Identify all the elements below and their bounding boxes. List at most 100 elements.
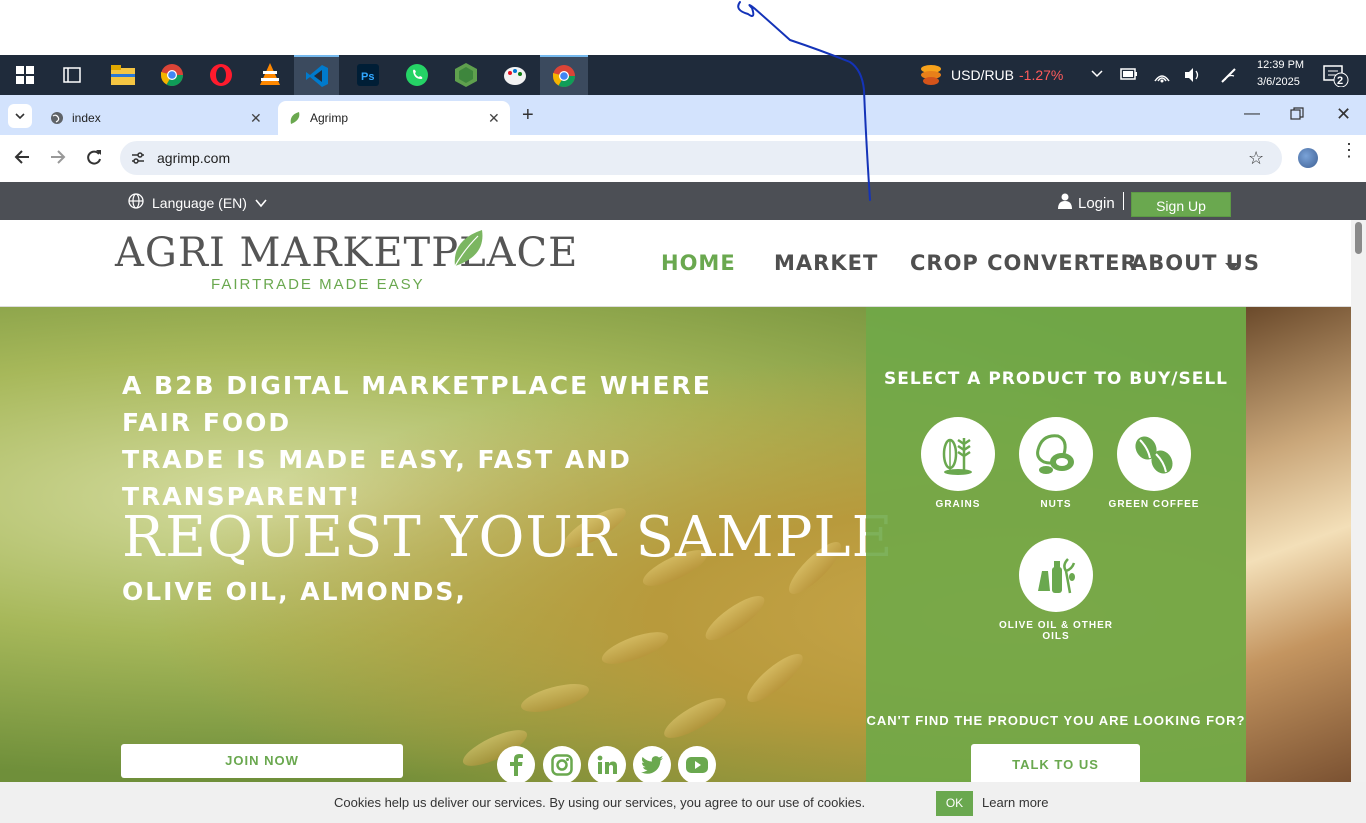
tab-agrimp[interactable]: Agrimp ✕: [278, 101, 510, 135]
windows-start-icon[interactable]: [0, 55, 49, 95]
hero-headline: A B2B DIGITAL MARKETPLACE WHERE FAIR FOO…: [122, 367, 782, 515]
cookie-ok-button[interactable]: OK: [936, 791, 973, 816]
logo-leaf-icon: [452, 228, 484, 273]
product-label: GREEN COFFEE: [1108, 499, 1200, 510]
pen-icon[interactable]: [1220, 66, 1238, 89]
opera-icon[interactable]: [196, 55, 245, 95]
vscode-icon[interactable]: [294, 55, 339, 95]
clock-time[interactable]: 12:39 PM: [1257, 59, 1304, 71]
avatar[interactable]: [1298, 148, 1318, 168]
windows-taskbar: Ps USD/RUB -1.27% 12:39 PM 3/6/2025 2: [0, 55, 1366, 95]
forward-icon[interactable]: [49, 148, 67, 171]
notification-count: 2: [1337, 75, 1344, 87]
globe-icon: [128, 193, 144, 212]
page-scrollbar[interactable]: [1351, 220, 1366, 782]
address-bar[interactable]: agrimp.com ☆: [120, 141, 1282, 175]
close-icon[interactable]: ✕: [250, 110, 262, 127]
browser-toolbar: agrimp.com ☆ ⋮: [0, 135, 1366, 182]
browser-tab-strip: index ✕ Agrimp ✕ + — ✕: [0, 95, 1366, 135]
close-icon[interactable]: ✕: [488, 110, 500, 127]
login-label: Login: [1078, 194, 1115, 212]
nav-market[interactable]: MARKET: [774, 251, 878, 275]
join-now-button[interactable]: JOIN NOW: [121, 744, 403, 778]
signup-button[interactable]: Sign Up: [1131, 192, 1231, 217]
whatsapp-icon[interactable]: [392, 55, 441, 95]
chrome-icon[interactable]: [147, 55, 196, 95]
user-icon: [1058, 193, 1072, 213]
logo-title[interactable]: AGRI MARKETPLACE: [115, 230, 578, 276]
minimize-icon[interactable]: —: [1244, 105, 1260, 123]
grains-icon[interactable]: [921, 417, 995, 491]
site-topbar: Language (EN) Login Sign Up: [0, 182, 1366, 220]
product-select-panel: SELECT A PRODUCT TO BUY/SELL GRAINS NUTS…: [866, 307, 1246, 782]
site-info-icon[interactable]: [130, 150, 146, 171]
divider: [1123, 192, 1124, 210]
leaf-favicon-icon: [289, 111, 301, 128]
url-text[interactable]: agrimp.com: [157, 150, 230, 166]
chrome-active-icon[interactable]: [540, 55, 588, 95]
ticker-coins-icon[interactable]: [918, 63, 944, 92]
twitter-icon[interactable]: [633, 746, 671, 782]
youtube-icon[interactable]: [678, 746, 716, 782]
volume-icon[interactable]: [1184, 67, 1202, 88]
globe-icon: [50, 111, 64, 128]
ticker-change[interactable]: -1.27%: [1019, 67, 1063, 83]
reload-icon[interactable]: [85, 148, 103, 171]
hero-section: A B2B DIGITAL MARKETPLACE WHERE FAIR FOO…: [0, 307, 1351, 782]
wifi-icon[interactable]: [1153, 67, 1171, 88]
request-sample-title: REQUEST YOUR SAMPLE: [122, 505, 894, 570]
task-view-icon[interactable]: [47, 55, 96, 95]
product-green-coffee[interactable]: GREEN COFFEE: [1094, 417, 1214, 510]
back-icon[interactable]: [13, 148, 31, 171]
svg-text:Ps: Ps: [361, 71, 374, 83]
product-label: OLIVE OIL & OTHER OILS: [998, 620, 1114, 642]
hero-headline-line1: A B2B DIGITAL MARKETPLACE WHERE FAIR FOO…: [122, 371, 712, 437]
nav-about-us[interactable]: ABOUT US: [1131, 251, 1260, 275]
site-header: AGRI MARKETPLACE FAIRTRADE MADE EASY HOM…: [0, 220, 1351, 307]
tab-index[interactable]: index ✕: [40, 101, 272, 135]
photoshop-icon[interactable]: Ps: [343, 55, 392, 95]
request-sample-subtitle: OLIVE OIL, ALMONDS,: [122, 577, 467, 606]
coffee-beans-icon[interactable]: [1117, 417, 1191, 491]
facebook-icon[interactable]: [497, 746, 535, 782]
ticker-label[interactable]: USD/RUB: [951, 67, 1014, 83]
tab-title: Agrimp: [310, 111, 349, 125]
olive-oil-icon[interactable]: [1019, 538, 1093, 612]
tab-title: index: [72, 111, 101, 125]
chevron-down-icon: [255, 195, 267, 211]
window-close-icon[interactable]: ✕: [1336, 104, 1351, 125]
tab-search-icon[interactable]: [8, 104, 32, 128]
scrollbar-thumb[interactable]: [1355, 222, 1362, 254]
hero-headline-line2: TRADE IS MADE EASY, FAST AND TRANSPARENT…: [122, 445, 632, 511]
language-label: Language (EN): [152, 194, 247, 211]
nav-crop-converter[interactable]: CROP CONVERTER: [910, 251, 1138, 275]
panel-title: SELECT A PRODUCT TO BUY/SELL: [883, 369, 1229, 389]
clock-date[interactable]: 3/6/2025: [1257, 76, 1300, 88]
linkedin-icon[interactable]: [588, 746, 626, 782]
chevron-up-icon[interactable]: [1090, 67, 1104, 86]
nodejs-icon[interactable]: [441, 55, 490, 95]
cookie-text: Cookies help us deliver our services. By…: [334, 795, 866, 810]
language-selector[interactable]: Language (EN): [128, 193, 267, 212]
new-tab-icon[interactable]: +: [522, 104, 534, 127]
cookie-learn-more-link[interactable]: Learn more: [982, 795, 1048, 810]
caret-down-icon[interactable]: [1225, 258, 1239, 276]
menu-dots-icon[interactable]: ⋮: [1340, 141, 1358, 159]
product-olive-oil[interactable]: OLIVE OIL & OTHER OILS: [996, 538, 1116, 642]
bookmark-star-icon[interactable]: ☆: [1248, 148, 1264, 169]
nav-home[interactable]: HOME: [661, 251, 736, 275]
restore-icon[interactable]: [1290, 107, 1304, 126]
logo-tagline: FAIRTRADE MADE EASY: [211, 276, 425, 293]
login-link[interactable]: Login: [1058, 193, 1115, 213]
desktop-top-strip: [0, 0, 1366, 55]
nuts-icon[interactable]: [1019, 417, 1093, 491]
paint-icon[interactable]: [490, 55, 539, 95]
cant-find-text: CAN'T FIND THE PRODUCT YOU ARE LOOKING F…: [866, 713, 1246, 728]
cookie-banner: Cookies help us deliver our services. By…: [0, 782, 1366, 823]
instagram-icon[interactable]: [543, 746, 581, 782]
vlc-icon[interactable]: [245, 55, 294, 95]
file-explorer-icon[interactable]: [98, 55, 147, 95]
hero-photo-edge: [1246, 307, 1351, 782]
talk-to-us-button[interactable]: TALK TO US: [971, 744, 1140, 782]
battery-icon[interactable]: [1120, 67, 1138, 86]
